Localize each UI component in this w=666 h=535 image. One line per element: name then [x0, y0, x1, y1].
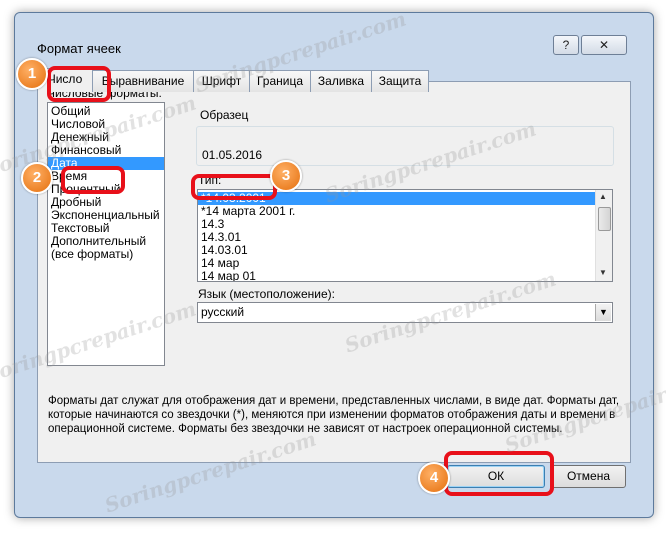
type-item[interactable]: 14 мар 01 — [201, 270, 256, 281]
format-description: Форматы дат служат для отображения дат и… — [48, 395, 620, 435]
highlight-number-tab — [47, 66, 111, 102]
type-list[interactable]: *14.03.2001 *14 марта 2001 г. 14.3 14.3.… — [197, 189, 613, 282]
chevron-down-icon[interactable]: ▼ — [595, 304, 611, 321]
step-marker-4: 4 — [418, 462, 450, 494]
highlight-type-item — [191, 174, 277, 200]
help-button[interactable]: ? — [553, 35, 579, 55]
language-label: Язык (местоположение): — [198, 287, 335, 301]
highlight-date-item — [61, 166, 125, 194]
language-select[interactable]: русский ▼ — [197, 302, 613, 323]
type-item[interactable]: 14 мар — [201, 257, 239, 270]
language-value: русский — [201, 305, 245, 319]
title-bar: Формат ячеек ? ✕ — [15, 13, 653, 59]
step-marker-1: 1 — [16, 58, 48, 90]
list-item[interactable]: (все форматы) — [51, 248, 133, 261]
sample-label: Образец — [200, 108, 249, 122]
tab-fill[interactable]: Заливка — [310, 70, 372, 92]
dialog-title: Формат ячеек — [37, 41, 121, 56]
type-list-scrollbar[interactable]: ▲ ▼ — [595, 190, 612, 281]
cancel-button[interactable]: Отмена — [551, 465, 626, 488]
scroll-up-icon[interactable]: ▲ — [599, 192, 607, 201]
step-marker-2: 2 — [21, 162, 53, 194]
close-button[interactable]: ✕ — [581, 35, 627, 55]
highlight-ok-button — [444, 451, 554, 496]
sample-value: 01.05.2016 — [202, 148, 263, 162]
tab-protection[interactable]: Защита — [371, 70, 429, 92]
step-marker-3: 3 — [270, 160, 302, 192]
scroll-thumb[interactable] — [598, 207, 611, 231]
tab-font[interactable]: Шрифт — [193, 70, 250, 92]
scroll-down-icon[interactable]: ▼ — [599, 268, 607, 277]
tab-border[interactable]: Граница — [249, 70, 311, 92]
number-formats-list[interactable]: Общий Числовой Денежный Финансовый Дата … — [47, 102, 165, 366]
